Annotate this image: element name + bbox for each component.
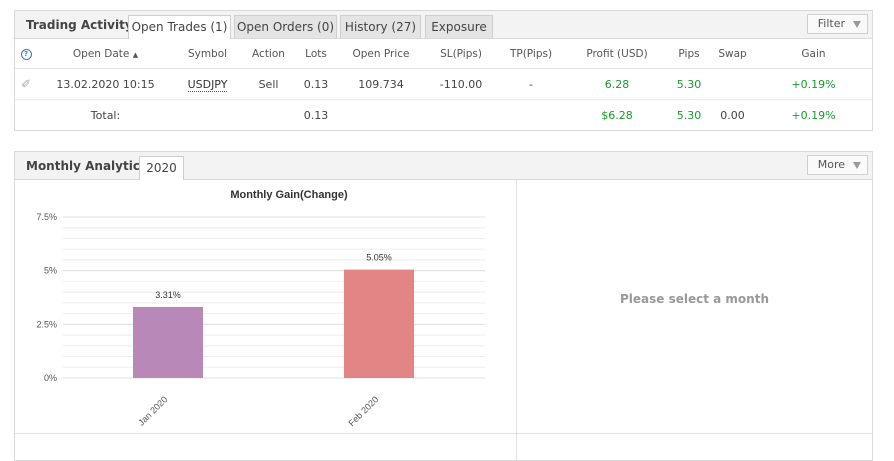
cell-open-date: 13.02.2020 10:15 xyxy=(37,68,174,100)
col-tp-pips[interactable]: TP(Pips) xyxy=(496,39,566,69)
bar-value-label: 5.05% xyxy=(366,253,392,263)
tab-open-trades[interactable]: Open Trades (1) xyxy=(128,15,231,39)
col-gain[interactable]: Gain xyxy=(755,39,872,69)
sort-ascending-icon: ▲ xyxy=(132,50,139,59)
col-action[interactable]: Action xyxy=(241,39,296,69)
analytics-bottom-split xyxy=(516,433,517,461)
total-empty-symbol xyxy=(174,100,241,131)
y-tick-label: 5% xyxy=(44,266,57,276)
table-header-row: ? Open Date ▲ Symbol Action Lots Open Pr… xyxy=(15,39,872,69)
total-gain: +0.19% xyxy=(791,108,836,122)
monthly-gain-chart-area: Monthly Gain(Change) 0% 2.5% 5% 7.5% 3.31% Jan… xyxy=(15,180,517,433)
cell-lots: 0.13 xyxy=(296,68,336,100)
col-profit[interactable]: Profit (USD) xyxy=(566,39,668,69)
x-tick-label: Feb 2020 xyxy=(346,394,380,428)
trading-activity-header: Trading Activity Open Trades (1) Open Or… xyxy=(15,11,872,39)
caret-down-icon xyxy=(853,162,861,169)
cell-swap xyxy=(710,68,755,100)
y-tick-label: 7.5% xyxy=(36,212,57,222)
cell-profit: 6.28 xyxy=(566,68,668,100)
filter-button[interactable]: Filter xyxy=(806,14,868,34)
monthly-gain-chart: Monthly Gain(Change) 0% 2.5% 5% 7.5% 3.31% Jan… xyxy=(36,189,485,428)
monthly-analytics-title: Monthly Analytics xyxy=(26,159,148,173)
open-trades-table: ? Open Date ▲ Symbol Action Lots Open Pr… xyxy=(15,39,872,130)
symbol-link[interactable]: USDJPY xyxy=(187,77,228,92)
col-pips[interactable]: Pips xyxy=(668,39,710,69)
caret-down-icon xyxy=(853,21,861,28)
total-empty-tp xyxy=(496,100,566,131)
trading-activity-title: Trading Activity xyxy=(26,18,133,32)
select-month-message: Please select a month xyxy=(619,292,769,306)
cell-tp: - xyxy=(496,68,566,100)
monthly-analytics-panel: Monthly Analytics 2020 More Monthly Gain… xyxy=(14,151,873,461)
bar-value-label: 3.31% xyxy=(155,290,181,300)
tab-history[interactable]: History (27) xyxy=(340,15,421,38)
col-sl-pips[interactable]: SL(Pips) xyxy=(426,39,496,69)
total-pips: 5.30 xyxy=(676,108,702,122)
y-tick-label: 0% xyxy=(44,373,57,383)
total-empty-action xyxy=(241,100,296,131)
col-lots[interactable]: Lots xyxy=(296,39,336,69)
tab-exposure[interactable]: Exposure xyxy=(425,15,493,38)
bar-feb-2020[interactable] xyxy=(344,269,414,378)
x-tick-label: Jan 2020 xyxy=(136,394,169,427)
total-row: Total: 0.13 $6.28 5.30 0.00 +0.19% xyxy=(15,100,872,131)
total-label: Total: xyxy=(90,108,121,122)
total-lots: 0.13 xyxy=(303,108,329,122)
help-column[interactable]: ? xyxy=(15,39,37,69)
bar-jan-2020[interactable] xyxy=(133,306,203,378)
y-tick-label: 2.5% xyxy=(36,319,57,329)
cell-gain: +0.19% xyxy=(755,68,872,100)
tag-cell[interactable]: ✐ xyxy=(15,68,37,100)
tab-year-2020[interactable]: 2020 xyxy=(139,156,184,180)
filter-label: Filter xyxy=(817,17,845,30)
tag-icon[interactable]: ✐ xyxy=(21,77,31,91)
more-label: More xyxy=(817,158,845,171)
total-swap: 0.00 xyxy=(720,108,745,122)
table-row: ✐ 13.02.2020 10:15 USDJPY Sell 0.13 109.… xyxy=(15,68,872,100)
month-detail-area: Please select a month xyxy=(517,180,872,433)
help-icon[interactable]: ? xyxy=(20,49,32,60)
col-swap[interactable]: Swap xyxy=(710,39,755,69)
cell-sl: -110.00 xyxy=(426,68,496,100)
total-empty-price xyxy=(336,100,426,131)
cell-open-price: 109.734 xyxy=(336,68,426,100)
total-empty-sl xyxy=(426,100,496,131)
chart-title: Monthly Gain(Change) xyxy=(230,189,348,201)
cell-action: Sell xyxy=(241,68,296,100)
col-symbol[interactable]: Symbol xyxy=(174,39,241,69)
cell-pips: 5.30 xyxy=(668,68,710,100)
col-open-date[interactable]: Open Date ▲ xyxy=(37,39,174,69)
cell-symbol[interactable]: USDJPY xyxy=(174,68,241,100)
analytics-bottom-divider xyxy=(15,433,872,434)
more-button[interactable]: More xyxy=(806,155,868,175)
total-spacer xyxy=(15,100,37,131)
tab-open-orders[interactable]: Open Orders (0) xyxy=(234,15,337,38)
trading-activity-panel: Trading Activity Open Trades (1) Open Or… xyxy=(14,10,873,131)
col-open-price[interactable]: Open Price xyxy=(336,39,426,69)
total-profit: $6.28 xyxy=(601,108,633,122)
monthly-analytics-header: Monthly Analytics 2020 More xyxy=(15,152,872,180)
